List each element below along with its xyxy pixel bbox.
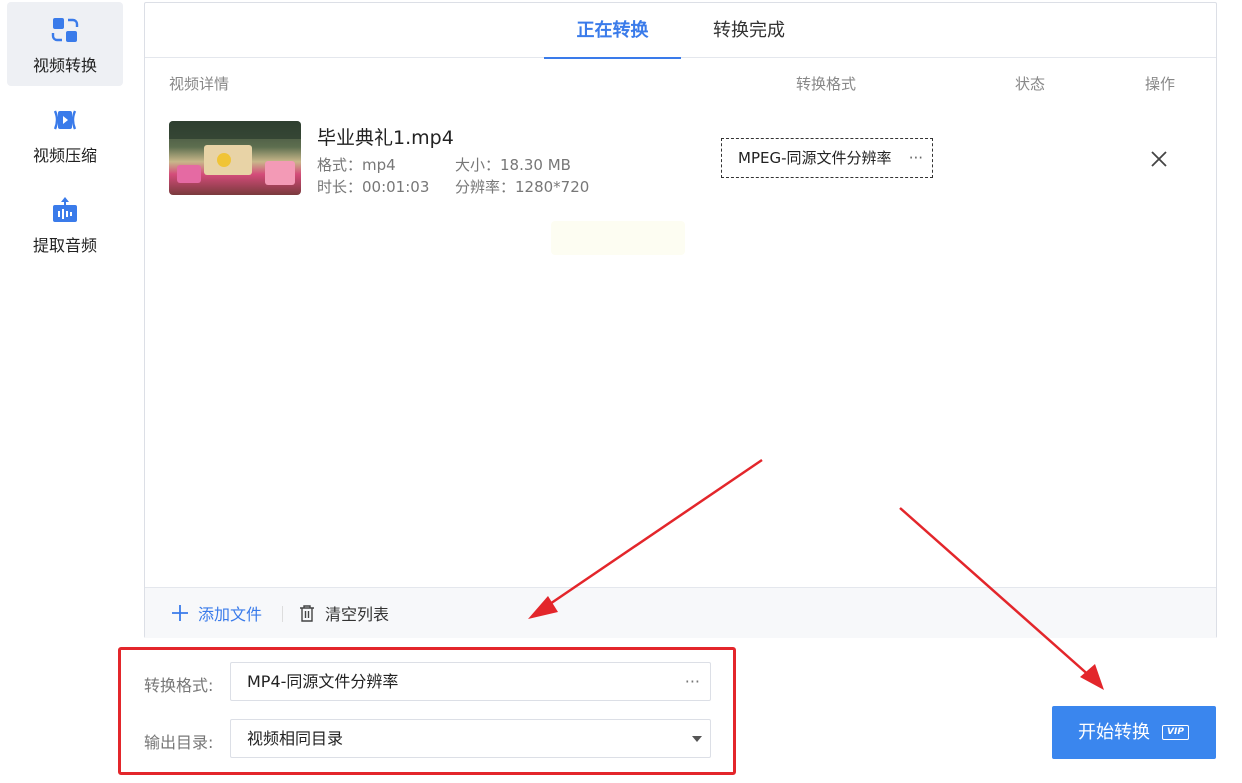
clear-list-button[interactable]: 清空列表 (299, 601, 389, 625)
plus-icon (172, 605, 188, 621)
file-format: 格式：mp4 (317, 156, 396, 174)
file-resolution: 分辨率：1280*720 (455, 178, 590, 196)
sidebar-item-label: 提取音频 (32, 236, 97, 255)
remove-file-button[interactable] (1149, 149, 1169, 169)
faint-overlay (551, 221, 685, 255)
more-icon: ··· (908, 149, 923, 167)
file-actions-bar: 添加文件 清空列表 (145, 587, 1216, 638)
file-name: 毕业典礼1.mp4 (317, 127, 454, 149)
sidebar: 视频转换 视频压缩 提取音频 (0, 0, 130, 783)
target-format-selector[interactable]: MPEG-同源文件分辨率 ··· (721, 138, 933, 178)
audio-extract-icon (51, 196, 79, 224)
column-header-details: 视频详情 (169, 75, 230, 93)
more-icon: ··· (684, 672, 700, 691)
add-file-label: 添加文件 (198, 605, 263, 624)
sidebar-item-video-compress[interactable]: 视频压缩 (7, 92, 123, 176)
format-label: 转换格式: (144, 676, 214, 695)
vip-badge: VIP (1162, 725, 1189, 740)
output-format-value: MP4-同源文件分辨率 (247, 672, 399, 691)
file-duration: 时长：00:01:03 (317, 178, 430, 196)
sidebar-item-audio-extract[interactable]: 提取音频 (7, 182, 123, 266)
sidebar-item-label: 视频转换 (32, 56, 97, 75)
sidebar-item-label: 视频压缩 (32, 146, 97, 165)
app-window: 视频转换 视频压缩 提取音频 正在转换 转换完成 视频详情 转换格式 状态 操作… (0, 0, 1242, 783)
tab-converting[interactable]: 正在转换 (544, 3, 681, 59)
close-icon (1151, 151, 1167, 167)
output-dir-value: 视频相同目录 (247, 729, 344, 748)
output-dir-select[interactable]: 视频相同目录 (230, 719, 711, 758)
divider (282, 606, 283, 622)
add-file-button[interactable]: 添加文件 (171, 601, 262, 625)
column-header-format: 转换格式 (796, 75, 857, 93)
clear-list-label: 清空列表 (325, 605, 390, 624)
video-thumbnail (169, 121, 301, 195)
sidebar-item-video-convert[interactable]: 视频转换 (7, 2, 123, 86)
arrow-head (1080, 664, 1104, 690)
column-header-action: 操作 (1145, 75, 1176, 93)
start-convert-button[interactable]: 开始转换 VIP (1052, 706, 1216, 759)
tab-bar: 正在转换 转换完成 (145, 3, 1216, 59)
output-dir-label: 输出目录: (144, 733, 214, 752)
conversion-panel: 正在转换 转换完成 视频详情 转换格式 状态 操作 毕业典礼1.mp4 格式：m… (144, 2, 1217, 638)
column-header-status: 状态 (1015, 75, 1046, 93)
trash-icon (300, 605, 314, 622)
file-size: 大小：18.30 MB (455, 156, 571, 174)
video-convert-icon (51, 16, 79, 44)
chevron-down-icon (692, 736, 702, 742)
target-format-value: MPEG-同源文件分辨率 (738, 149, 892, 167)
start-convert-label: 开始转换 (1078, 722, 1150, 743)
tab-completed[interactable]: 转换完成 (693, 3, 805, 58)
output-format-selector[interactable]: MP4-同源文件分辨率 ··· (230, 662, 711, 701)
table-row: 毕业典礼1.mp4 格式：mp4 大小：18.30 MB 时长：00:01:03… (169, 119, 1209, 199)
video-compress-icon (51, 106, 79, 134)
